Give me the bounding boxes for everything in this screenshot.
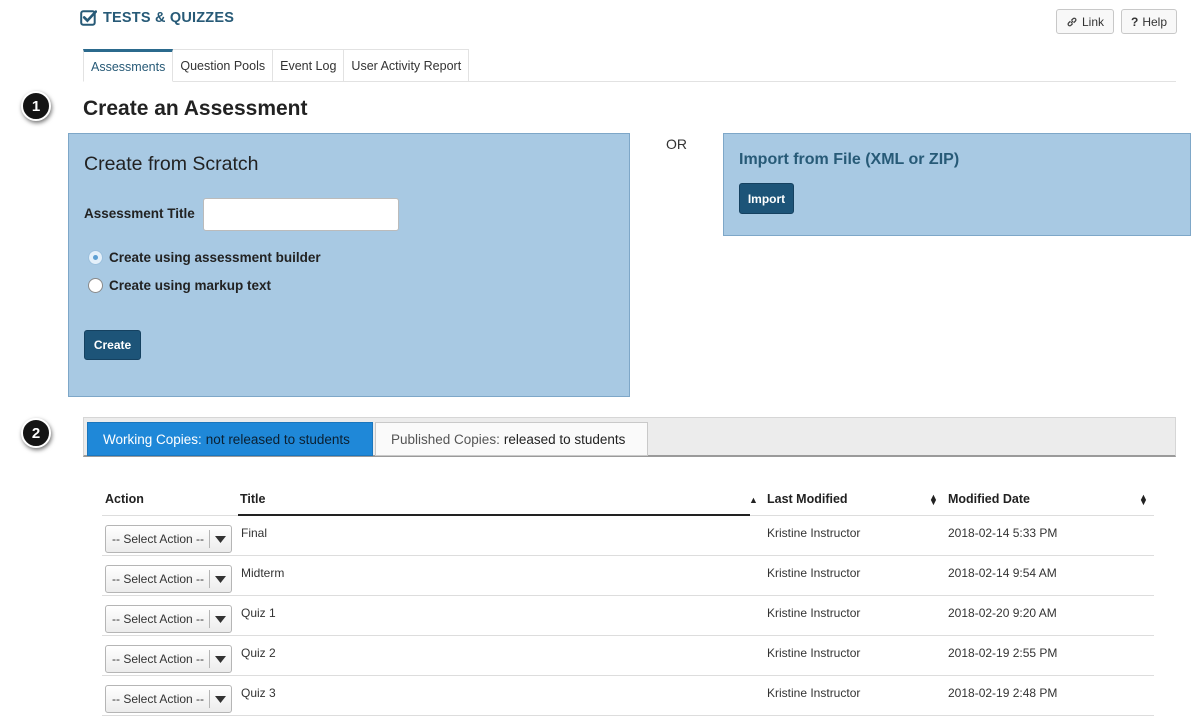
sort-icon[interactable]: ▲ ▼ bbox=[929, 493, 938, 507]
help-button[interactable]: ? Help bbox=[1121, 9, 1177, 34]
row-last-modified: Kristine Instructor bbox=[767, 566, 861, 580]
select-action-dropdown[interactable]: -- Select Action -- bbox=[105, 605, 232, 633]
working-copies-suffix: not released to students bbox=[205, 431, 350, 447]
create-button[interactable]: Create bbox=[84, 330, 141, 360]
sort-icon[interactable]: ▲ ▼ bbox=[1139, 493, 1148, 507]
import-title: Import from File (XML or ZIP) bbox=[739, 151, 960, 168]
caret-down-icon bbox=[210, 655, 231, 663]
row-modified-date: 2018-02-14 9:54 AM bbox=[948, 566, 1057, 580]
select-action-label: -- Select Action -- bbox=[112, 532, 205, 546]
radio-button[interactable] bbox=[88, 278, 103, 293]
select-action-label: -- Select Action -- bbox=[112, 572, 205, 586]
step-badge-2: 2 bbox=[21, 418, 51, 448]
table-row: -- Select Action -- Quiz 3 Kristine Inst… bbox=[102, 676, 1154, 716]
row-title[interactable]: Midterm bbox=[241, 566, 284, 580]
tool-nav-tabs: Assessments Question Pools Event Log Use… bbox=[83, 49, 470, 82]
link-label: Link bbox=[1081, 14, 1104, 29]
select-action-dropdown[interactable]: -- Select Action -- bbox=[105, 685, 232, 713]
tab-user-activity-report[interactable]: User Activity Report bbox=[344, 49, 470, 82]
select-action-dropdown[interactable]: -- Select Action -- bbox=[105, 645, 232, 673]
assessment-title-label: Assessment Title bbox=[84, 206, 195, 221]
select-action-label: -- Select Action -- bbox=[112, 692, 205, 706]
tool-title: TESTS & QUIZZES bbox=[80, 9, 234, 26]
check-square-icon bbox=[80, 10, 97, 26]
tab-assessments[interactable]: Assessments bbox=[83, 49, 174, 82]
row-modified-date: 2018-02-20 9:20 AM bbox=[948, 606, 1057, 620]
radio-markup-label: Create using markup text bbox=[109, 278, 272, 293]
caret-down-icon bbox=[210, 695, 231, 703]
header-modified-date[interactable]: Modified Date bbox=[948, 492, 1030, 506]
table-row: -- Select Action -- Quiz 1 Kristine Inst… bbox=[102, 596, 1154, 636]
published-copies-suffix: released to students bbox=[503, 431, 626, 447]
header-last-modified[interactable]: Last Modified bbox=[767, 492, 848, 506]
select-action-dropdown[interactable]: -- Select Action -- bbox=[105, 525, 232, 553]
select-action-label: -- Select Action -- bbox=[112, 612, 205, 626]
radio-markup-text[interactable]: Create using markup text bbox=[88, 278, 271, 293]
working-copies-prefix: Working Copies: bbox=[103, 431, 202, 447]
row-title[interactable]: Final bbox=[241, 526, 267, 540]
row-modified-date: 2018-02-19 2:55 PM bbox=[948, 646, 1058, 660]
step-badge-1: 1 bbox=[21, 91, 51, 121]
link-button[interactable]: Link bbox=[1056, 9, 1114, 34]
row-last-modified: Kristine Instructor bbox=[767, 646, 861, 660]
radio-assessment-builder[interactable]: Create using assessment builder bbox=[88, 250, 321, 265]
row-last-modified: Kristine Instructor bbox=[767, 526, 861, 540]
caret-down-icon bbox=[210, 575, 231, 583]
tool-title-text: TESTS & QUIZZES bbox=[103, 9, 235, 26]
sort-up-icon[interactable]: ▲ bbox=[749, 495, 758, 505]
caret-down-icon bbox=[210, 535, 231, 543]
select-action-label: -- Select Action -- bbox=[112, 652, 205, 666]
header-action: Action bbox=[105, 492, 144, 506]
table-row: -- Select Action -- Quiz 2 Kristine Inst… bbox=[102, 636, 1154, 676]
scratch-panel-title: Create from Scratch bbox=[84, 153, 259, 175]
help-label: Help bbox=[1142, 14, 1168, 29]
tab-event-log[interactable]: Event Log bbox=[273, 49, 345, 82]
caret-down-icon bbox=[210, 615, 231, 623]
radio-builder-label: Create using assessment builder bbox=[109, 250, 321, 265]
assessments-table: Action Title ▲ Last Modified ▲ ▼ Modified… bbox=[102, 486, 1154, 716]
table-row: -- Select Action -- Final Kristine Instr… bbox=[102, 516, 1154, 556]
tab-published-copies[interactable]: Published Copies: released to students bbox=[375, 422, 648, 456]
tab-working-copies[interactable]: Working Copies: not released to students bbox=[87, 422, 373, 456]
radio-button-checked[interactable] bbox=[88, 250, 103, 265]
select-action-dropdown[interactable]: -- Select Action -- bbox=[105, 565, 232, 593]
row-last-modified: Kristine Instructor bbox=[767, 686, 861, 700]
question-icon: ? bbox=[1130, 14, 1139, 29]
row-title[interactable]: Quiz 3 bbox=[241, 686, 276, 700]
table-header-row: Action Title ▲ Last Modified ▲ ▼ Modified… bbox=[102, 486, 1154, 516]
row-last-modified: Kristine Instructor bbox=[767, 606, 861, 620]
row-modified-date: 2018-02-19 2:48 PM bbox=[948, 686, 1058, 700]
assessment-title-input[interactable] bbox=[203, 198, 399, 231]
page-title: Create an Assessment bbox=[83, 97, 308, 120]
row-modified-date: 2018-02-14 5:33 PM bbox=[948, 526, 1058, 540]
or-separator: OR bbox=[666, 136, 687, 152]
row-title[interactable]: Quiz 1 bbox=[241, 606, 276, 620]
table-row: -- Select Action -- Midterm Kristine Ins… bbox=[102, 556, 1154, 596]
tab-question-pools[interactable]: Question Pools bbox=[173, 49, 274, 82]
published-copies-prefix: Published Copies: bbox=[391, 431, 500, 447]
row-title[interactable]: Quiz 2 bbox=[241, 646, 276, 660]
import-button[interactable]: Import bbox=[739, 183, 794, 214]
header-title[interactable]: Title bbox=[240, 492, 265, 506]
link-icon bbox=[1067, 17, 1077, 26]
